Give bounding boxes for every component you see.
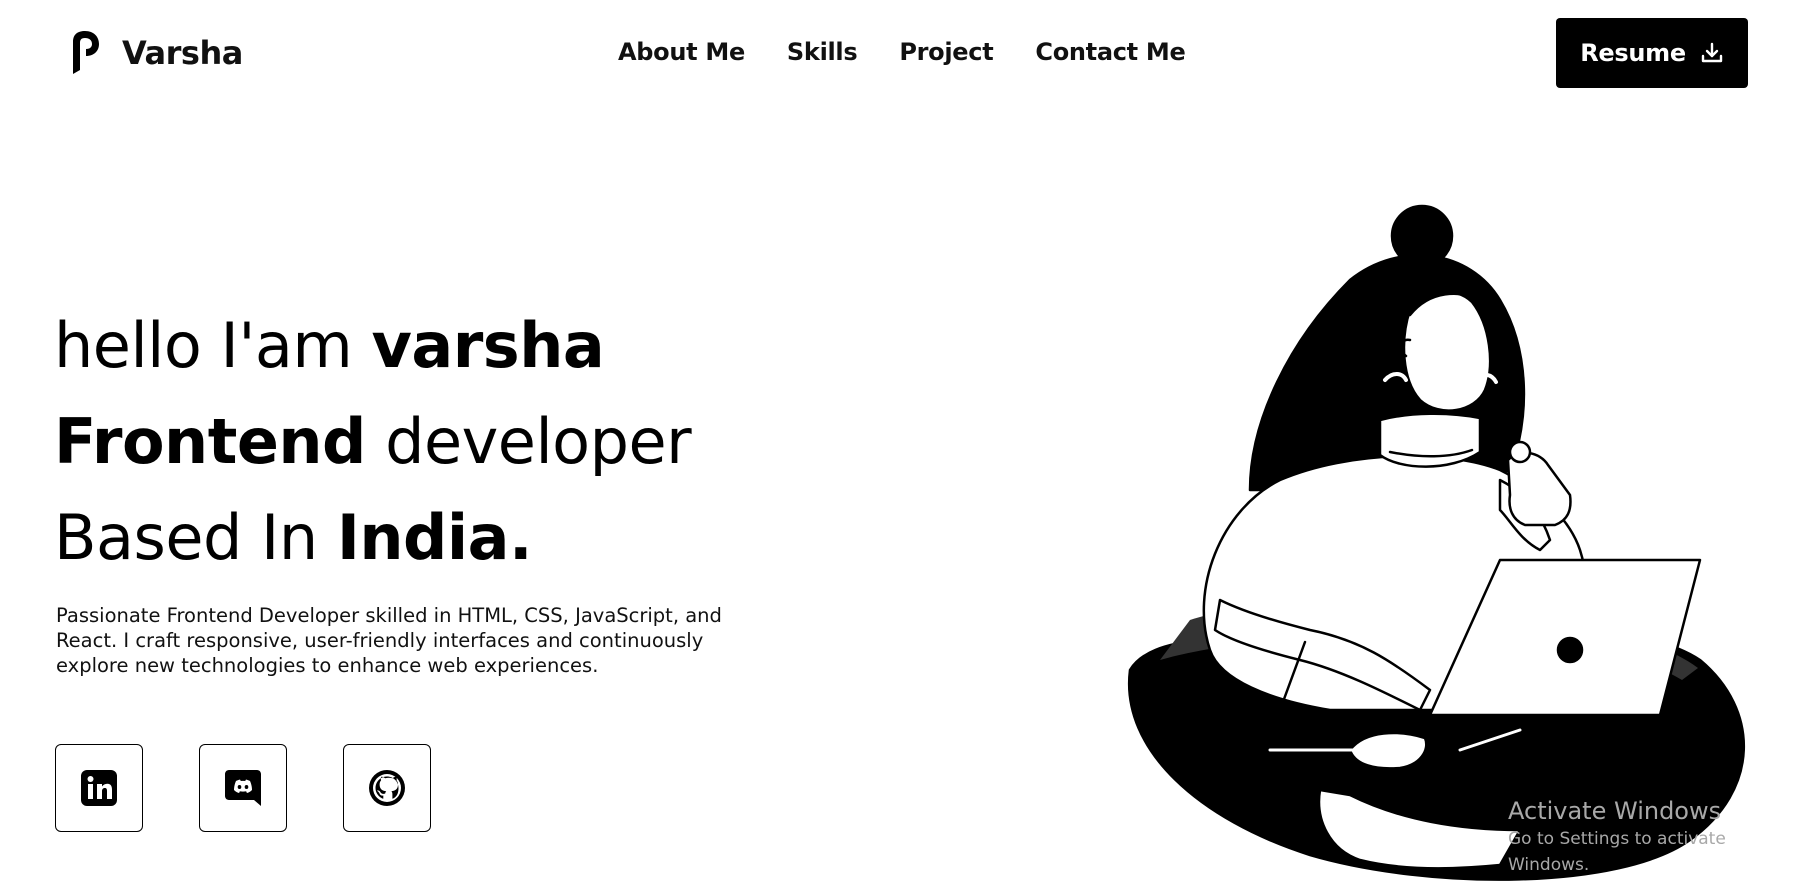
nav-link-skills[interactable]: Skills (787, 38, 858, 66)
windows-activation-watermark: Activate Windows Go to Settings to activ… (1508, 796, 1812, 878)
github-icon (369, 770, 405, 806)
varsha-logo-icon (73, 31, 99, 74)
github-button[interactable] (343, 744, 431, 832)
nav-link-project[interactable]: Project (899, 38, 993, 66)
brand-name: Varsha (122, 34, 243, 72)
watermark-title: Activate Windows (1508, 797, 1722, 825)
main-nav: About Me Skills Project Contact Me (618, 38, 1186, 66)
hero-line-2: Frontend developer (54, 394, 774, 490)
hero-heading: hello I'am varsha Frontend developer Bas… (54, 298, 774, 586)
discord-icon (225, 770, 261, 806)
nav-link-about-me[interactable]: About Me (618, 38, 745, 66)
resume-button[interactable]: Resume (1556, 18, 1748, 88)
linkedin-button[interactable] (55, 744, 143, 832)
resume-button-label: Resume (1580, 39, 1686, 67)
brand[interactable]: Varsha (68, 30, 243, 76)
hero-name: varsha (371, 309, 605, 382)
woman-with-laptop-illustration (1127, 204, 1745, 881)
hero-line-1: hello I'am varsha (54, 298, 774, 394)
site-header: Varsha About Me Skills Project Contact M… (0, 0, 1812, 110)
discord-button[interactable] (199, 744, 287, 832)
hero-location-light: Based In (54, 501, 337, 574)
nav-link-contact-me[interactable]: Contact Me (1035, 38, 1185, 66)
hero-description: Passionate Frontend Developer skilled in… (56, 604, 722, 677)
watermark-subtitle: Go to Settings to activate Windows. (1508, 829, 1726, 875)
social-links (55, 744, 431, 832)
hero-role-bold: Frontend (54, 405, 366, 478)
hero-role-light: developer (365, 405, 692, 478)
linkedin-icon (81, 770, 117, 806)
hero-line-3: Based In India. (54, 490, 774, 586)
hero-location-bold: India. (336, 501, 533, 574)
hero-greeting: hello I'am (54, 309, 372, 382)
download-icon (1701, 42, 1723, 63)
